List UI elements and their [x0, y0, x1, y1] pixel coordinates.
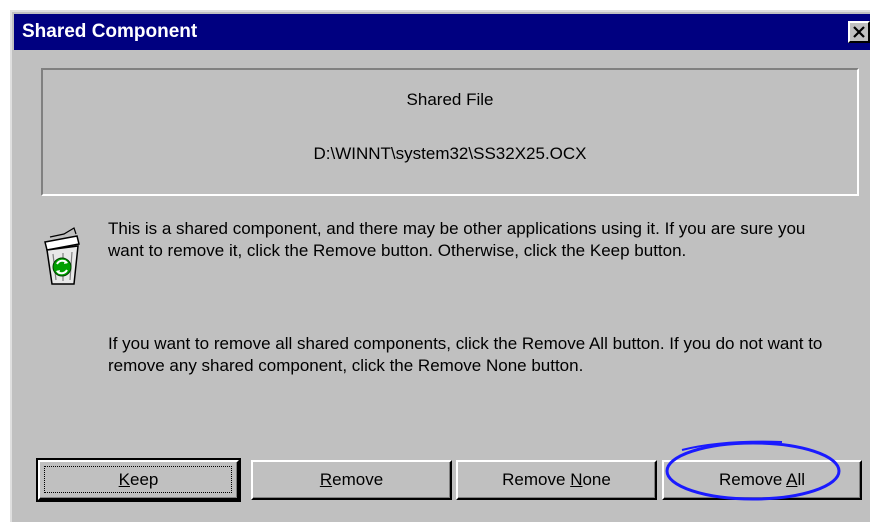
shared-component-warning: This is a shared component, and there ma…: [108, 219, 806, 260]
shared-component-dialog: Shared Component Shared File D:\WINNT\sy…: [10, 10, 870, 522]
shared-file-panel: Shared File D:\WINNT\system32\SS32X25.OC…: [41, 68, 859, 196]
title-bar[interactable]: Shared Component: [14, 14, 870, 50]
keep-button[interactable]: Keep: [36, 458, 241, 502]
shared-file-path: D:\WINNT\system32\SS32X25.OCX: [313, 144, 587, 163]
close-button[interactable]: [848, 21, 870, 43]
remove-none-button[interactable]: Remove None: [456, 460, 657, 500]
dialog-title: Shared Component: [22, 21, 198, 42]
remove-button[interactable]: Remove: [251, 460, 452, 500]
close-icon: [853, 26, 865, 38]
remove-none-button-label: Remove None: [502, 470, 611, 489]
shared-file-heading: Shared File: [406, 90, 494, 109]
remove-all-button-label: Remove All: [719, 470, 805, 489]
remove-button-label: Remove: [319, 470, 384, 489]
remove-all-instructions: If you want to remove all shared compone…: [108, 334, 823, 375]
keep-button-label: Keep: [118, 470, 159, 489]
recycle-bin-icon: [44, 227, 80, 285]
remove-all-button[interactable]: Remove All: [662, 460, 862, 500]
